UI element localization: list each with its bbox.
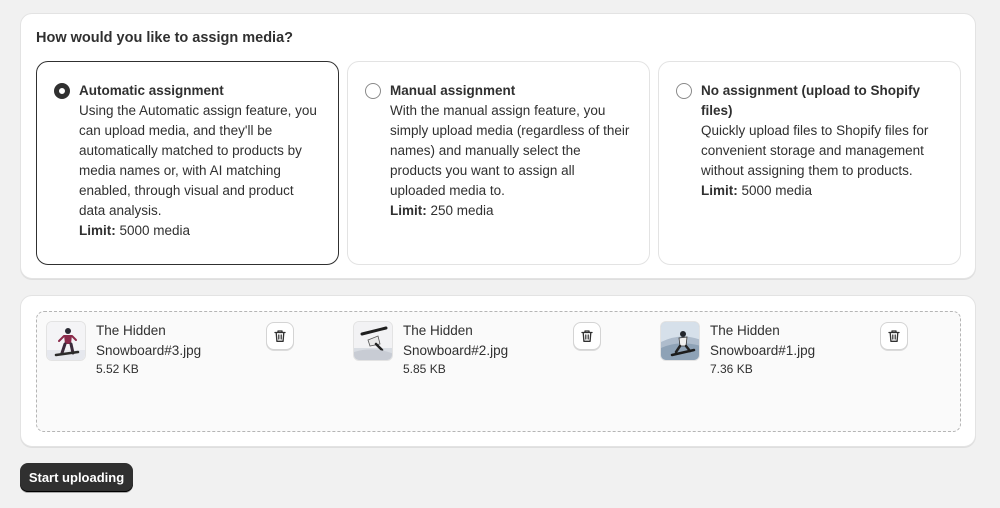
assign-media-title: How would you like to assign media? <box>36 30 294 46</box>
radio-manual-assignment[interactable] <box>365 83 381 99</box>
file-size: 5.52 KB <box>96 362 139 376</box>
option-label: Manual assignment <box>390 83 516 98</box>
assign-media-card: How would you like to assign media? Auto… <box>20 13 976 279</box>
trash-icon <box>274 330 286 342</box>
radio-no-assignment[interactable] <box>676 83 692 99</box>
option-label: Automatic assignment <box>79 83 224 98</box>
snowboarder-image <box>353 321 393 361</box>
file-name: The Hidden Snowboard#2.jpg <box>403 323 509 358</box>
file-size: 5.85 KB <box>403 362 446 376</box>
trash-icon <box>581 330 593 342</box>
trash-icon <box>888 330 900 342</box>
dropzone[interactable]: The Hidden Snowboard#3.jpg 5.52 KB The H… <box>36 311 961 432</box>
snowboarder-image <box>660 321 700 361</box>
file-item: The Hidden Snowboard#2.jpg 5.85 KB <box>344 320 624 390</box>
option-label: No assignment (upload to Shopify files) <box>701 83 920 118</box>
snowboarder-image <box>46 321 86 361</box>
option-description: Quickly upload files to Shopify files fo… <box>701 123 929 178</box>
delete-file-button[interactable] <box>880 322 908 350</box>
option-no-assignment[interactable]: No assignment (upload to Shopify files) … <box>658 61 961 265</box>
limit-label: Limit: <box>701 183 738 198</box>
file-size: 7.36 KB <box>710 362 753 376</box>
limit-value: 5000 media <box>737 183 813 198</box>
limit-label: Limit: <box>79 223 116 238</box>
file-item: The Hidden Snowboard#3.jpg 5.52 KB <box>37 320 317 390</box>
option-automatic-assignment[interactable]: Automatic assignment Using the Automatic… <box>36 61 339 265</box>
files-card: The Hidden Snowboard#3.jpg 5.52 KB The H… <box>20 295 976 447</box>
limit-value: 5000 media <box>115 223 191 238</box>
option-manual-assignment[interactable]: Manual assignment With the manual assign… <box>347 61 650 265</box>
option-description: With the manual assign feature, you simp… <box>390 103 630 198</box>
start-uploading-button[interactable]: Start uploading <box>20 463 133 492</box>
file-name: The Hidden Snowboard#1.jpg <box>710 323 816 358</box>
file-name: The Hidden Snowboard#3.jpg <box>96 323 202 358</box>
file-item: The Hidden Snowboard#1.jpg 7.36 KB <box>651 320 931 390</box>
limit-label: Limit: <box>390 203 427 218</box>
limit-value: 250 media <box>426 203 494 218</box>
delete-file-button[interactable] <box>573 322 601 350</box>
option-description: Using the Automatic assign feature, you … <box>79 103 317 218</box>
radio-automatic-assignment[interactable] <box>54 83 70 99</box>
delete-file-button[interactable] <box>266 322 294 350</box>
